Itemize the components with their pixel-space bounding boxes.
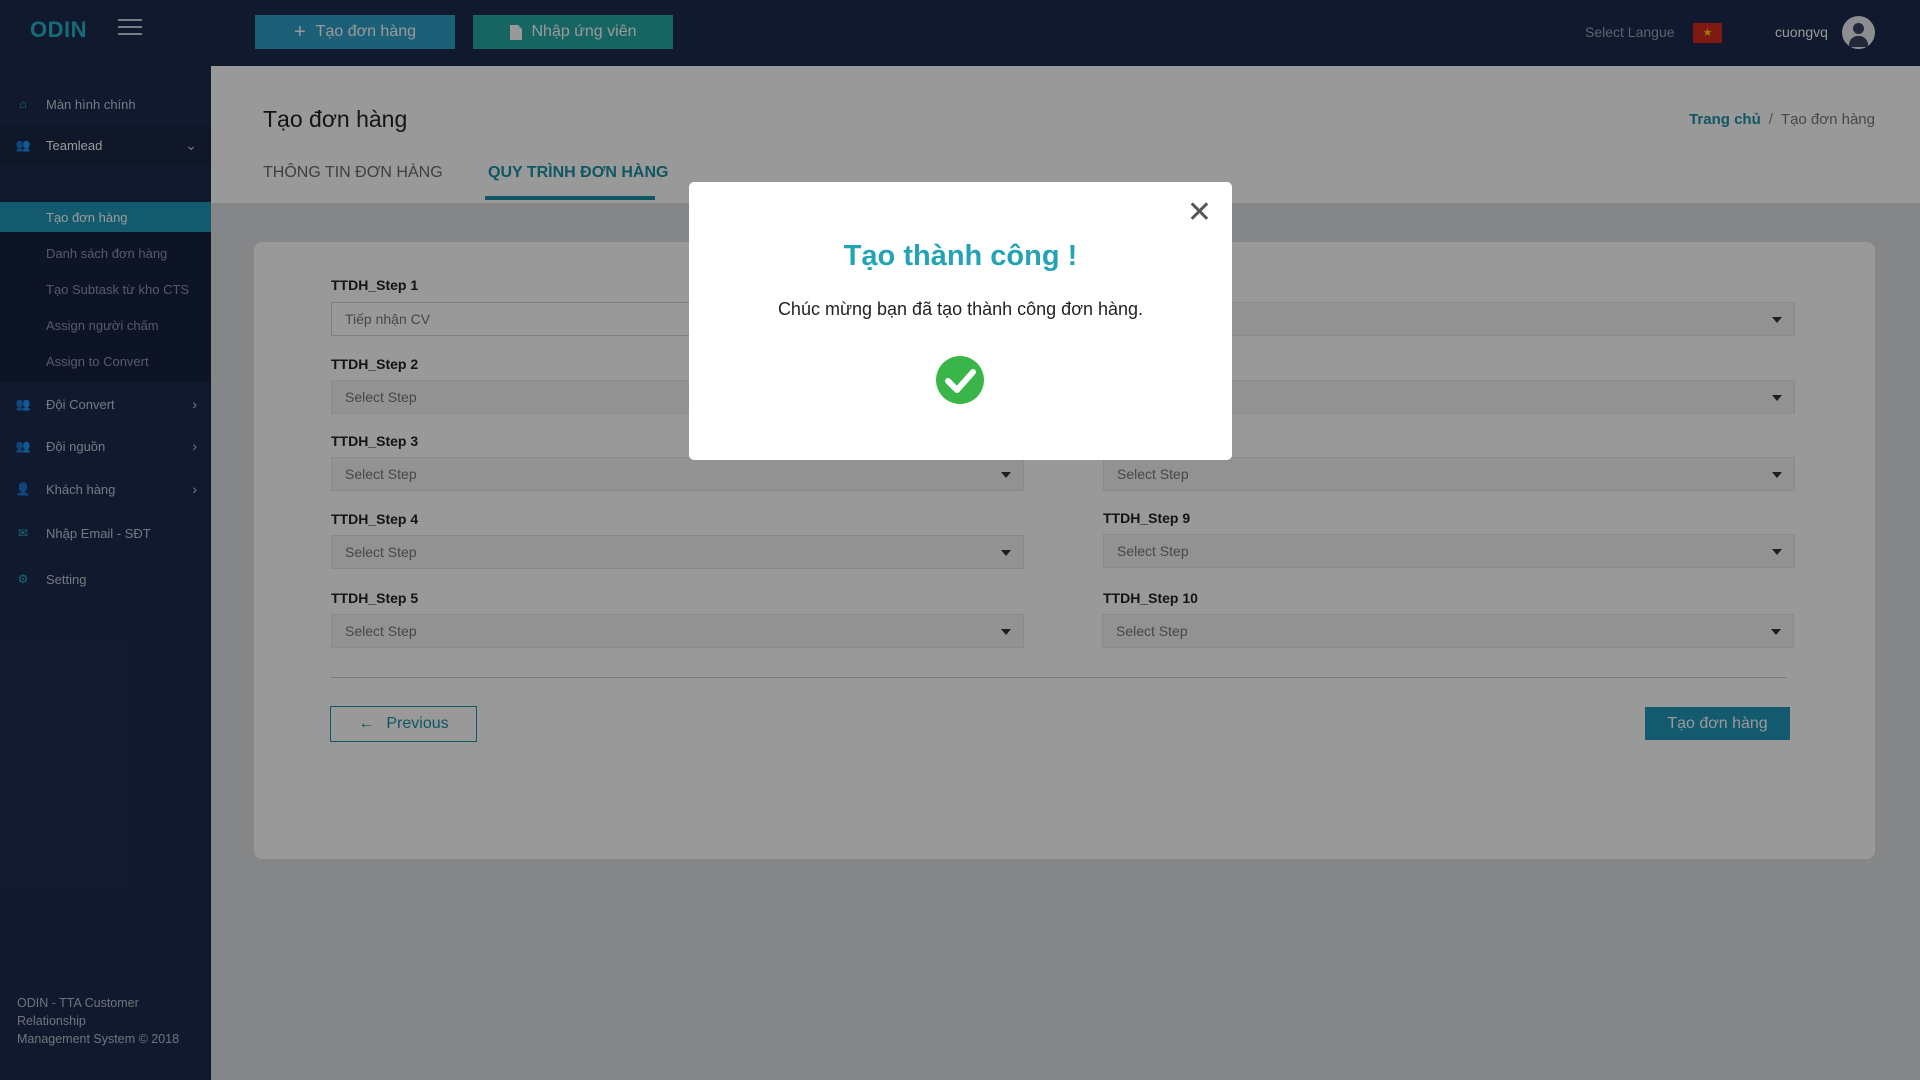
close-icon[interactable]: ✕ [1187,198,1212,228]
success-dialog: ✕ Tạo thành công ! Chúc mừng bạn đã tạo … [689,182,1232,460]
dialog-title: Tạo thành công ! [843,240,1078,272]
check-circle-icon [936,356,984,404]
dialog-message: Chúc mừng bạn đã tạo thành công đơn hàng… [777,299,1144,319]
modal-backdrop[interactable] [0,0,1920,1080]
